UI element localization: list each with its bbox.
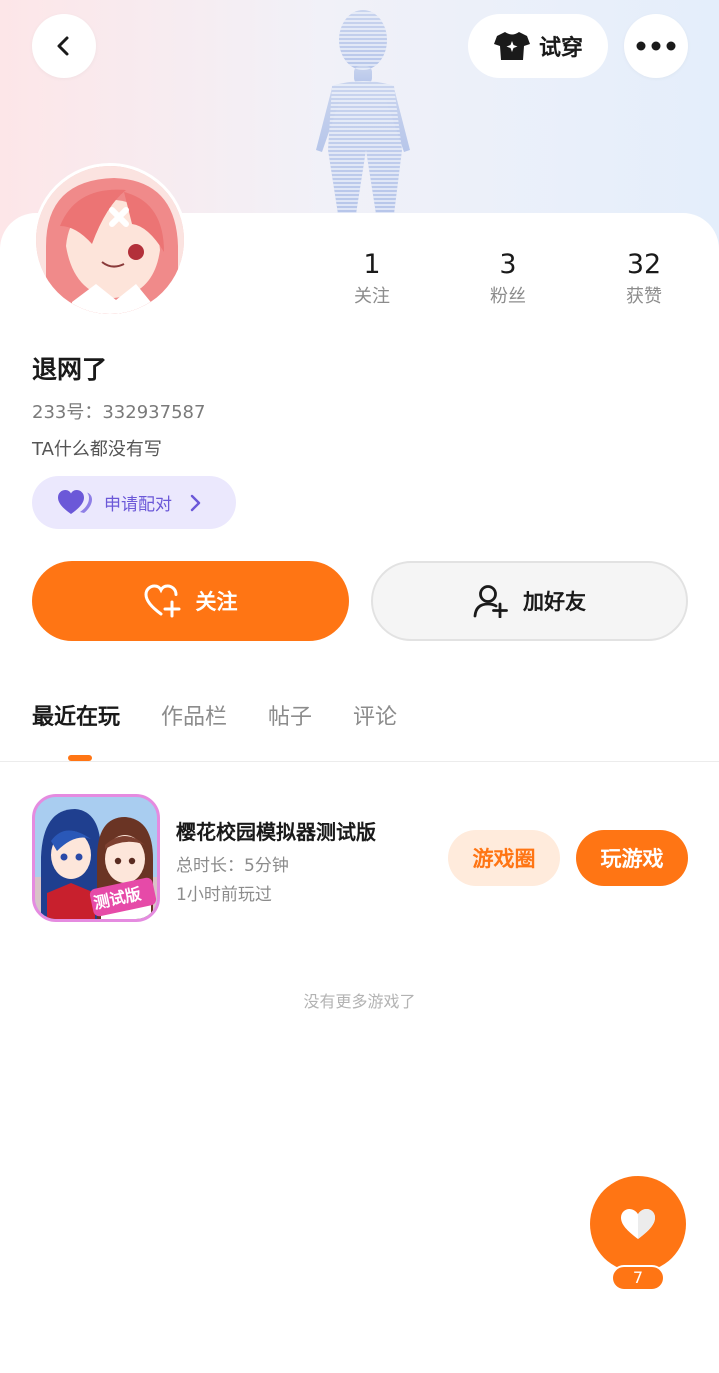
stat-fans-count: 3 (499, 249, 517, 280)
apply-pair-button[interactable]: 申请配对 (32, 476, 236, 529)
dressup-figure (316, 10, 410, 214)
stat-likes[interactable]: 32 获赞 (584, 248, 704, 312)
follow-label: 关注 (195, 590, 238, 614)
stat-likes-count: 32 (626, 249, 662, 280)
heart-icon (621, 1209, 655, 1239)
heart-plus-icon (143, 584, 180, 618)
stat-following-label: 关注 (354, 286, 390, 307)
add-friend-label: 加好友 (523, 590, 586, 614)
tab-comments[interactable]: 评论 (353, 700, 397, 740)
tab-posts[interactable]: 帖子 (268, 700, 312, 740)
user-id: 233号：332937587 (32, 402, 206, 423)
game-title[interactable]: 樱花校园模拟器测试版 (176, 816, 376, 845)
tab-works[interactable]: 作品栏 (161, 700, 227, 740)
game-circle-label: 游戏圈 (472, 847, 536, 871)
double-heart-icon (58, 489, 92, 514)
play-game-label: 玩游戏 (600, 847, 664, 871)
add-user-icon (473, 585, 508, 618)
like-button[interactable] (590, 1176, 686, 1272)
user-bio: TA什么都没有写 (32, 439, 162, 460)
more-button[interactable] (624, 14, 688, 78)
stat-likes-label: 获赞 (626, 286, 662, 307)
profile-page: 试穿 1 关注 3 粉丝 32 获赞 退网了 233号：332937587 TA… (0, 0, 719, 1373)
add-friend-button[interactable]: 加好友 (371, 561, 688, 641)
no-more-games-text: 没有更多游戏了 (303, 992, 416, 1011)
stat-fans[interactable]: 3 粉丝 (448, 248, 568, 312)
shirt-icon (493, 32, 530, 60)
username: 退网了 (32, 355, 108, 384)
avatar-illustration (36, 166, 184, 314)
try-on-button[interactable]: 试穿 (468, 14, 608, 78)
game-play-duration: 总时长：5分钟 (176, 856, 289, 876)
follow-button[interactable]: 关注 (32, 561, 349, 641)
apply-pair-label: 申请配对 (104, 495, 172, 515)
tabs-divider (0, 761, 719, 762)
play-game-button[interactable]: 玩游戏 (576, 830, 688, 886)
chevron-right-icon (190, 494, 201, 511)
stat-following-count: 1 (363, 249, 381, 280)
game-circle-button[interactable]: 游戏圈 (448, 830, 560, 886)
game-last-played: 1小时前玩过 (176, 885, 272, 905)
back-button[interactable] (32, 14, 96, 78)
more-dots-icon (636, 41, 676, 51)
tab-recently-played[interactable]: 最近在玩 (32, 700, 120, 740)
stat-fans-label: 粉丝 (490, 286, 526, 307)
chevron-left-icon (57, 36, 69, 56)
avatar[interactable] (33, 163, 187, 317)
try-on-label: 试穿 (538, 36, 583, 61)
like-count-badge: 7 (611, 1265, 665, 1291)
game-icon[interactable]: 测试版 (32, 794, 160, 922)
profile-tabs: 最近在玩 作品栏 帖子 评论 (32, 700, 438, 740)
stat-following[interactable]: 1 关注 (312, 248, 432, 312)
